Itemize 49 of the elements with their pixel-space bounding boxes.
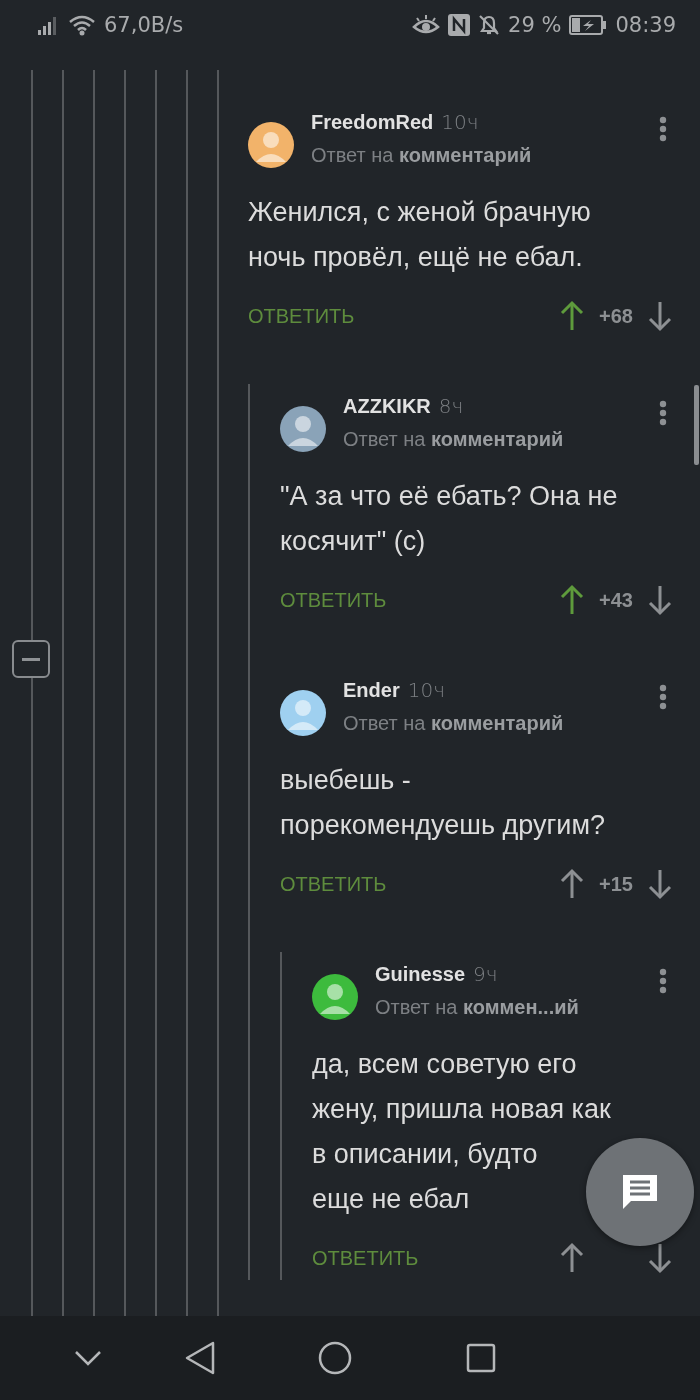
- eye-icon: [412, 15, 441, 35]
- timestamp: 10ч: [407, 678, 445, 702]
- timestamp: 10ч: [441, 110, 479, 134]
- home-icon[interactable]: [318, 1341, 352, 1375]
- reply-to-link[interactable]: Ответ на комментарий: [343, 428, 659, 451]
- username[interactable]: Guinesse: [375, 963, 466, 986]
- more-icon[interactable]: [659, 684, 667, 710]
- downvote-icon[interactable]: [648, 1242, 672, 1274]
- battery-percent: 29 %: [508, 13, 562, 37]
- score: +68: [598, 304, 634, 328]
- downvote-icon[interactable]: [648, 300, 672, 332]
- network-speed: 67,0B/s: [104, 13, 184, 37]
- battery-charging-icon: [569, 15, 608, 35]
- chevron-down-icon[interactable]: [74, 1349, 102, 1367]
- reply-to-link[interactable]: Ответ на комментарий: [311, 144, 659, 167]
- reply-to-link[interactable]: Ответ на комментарий: [343, 712, 659, 735]
- reply-button[interactable]: ОТВЕТИТЬ: [280, 872, 387, 896]
- timestamp: 8ч: [438, 394, 464, 418]
- timestamp: 9ч: [473, 962, 498, 986]
- username[interactable]: FreedomRed: [311, 111, 434, 134]
- more-icon[interactable]: [659, 400, 667, 426]
- reply-button[interactable]: ОТВЕТИТЬ: [280, 588, 387, 612]
- reply-button[interactable]: ОТВЕТИТЬ: [248, 304, 355, 328]
- nfc-icon: [448, 14, 471, 36]
- comment-text: "А за что её ебать? Она не косячит" (с): [280, 480, 618, 558]
- score: +15: [598, 872, 634, 896]
- username[interactable]: AZZKIKR: [343, 395, 431, 418]
- comment-text: да, всем советую его жену, пришла новая как в описании, будто еще не ебал: [312, 1048, 611, 1216]
- upvote-icon[interactable]: [560, 1242, 584, 1274]
- collapse-button[interactable]: [12, 640, 50, 678]
- more-icon[interactable]: [659, 968, 667, 994]
- downvote-icon[interactable]: [648, 868, 672, 900]
- upvote-icon[interactable]: [560, 300, 584, 332]
- comment-text: выебешь - порекомендуешь другим?: [280, 764, 605, 842]
- upvote-icon[interactable]: [560, 584, 584, 616]
- clock: 08:39: [615, 13, 676, 37]
- back-icon[interactable]: [184, 1341, 216, 1375]
- comment-text: Женился, с женой брачную ночь провёл, ещё не ебал.: [248, 196, 591, 274]
- message-icon: [620, 1172, 660, 1212]
- downvote-icon[interactable]: [648, 584, 672, 616]
- reply-button[interactable]: ОТВЕТИТЬ: [312, 1246, 419, 1270]
- recents-icon[interactable]: [466, 1343, 496, 1373]
- more-icon[interactable]: [659, 116, 667, 142]
- username[interactable]: Ender: [343, 679, 400, 702]
- score: +43: [598, 588, 634, 612]
- bell-off-icon: [478, 14, 501, 36]
- reply-to-link[interactable]: Ответ на коммен...ий: [375, 996, 659, 1019]
- upvote-icon[interactable]: [560, 868, 584, 900]
- wifi-icon: [68, 14, 96, 36]
